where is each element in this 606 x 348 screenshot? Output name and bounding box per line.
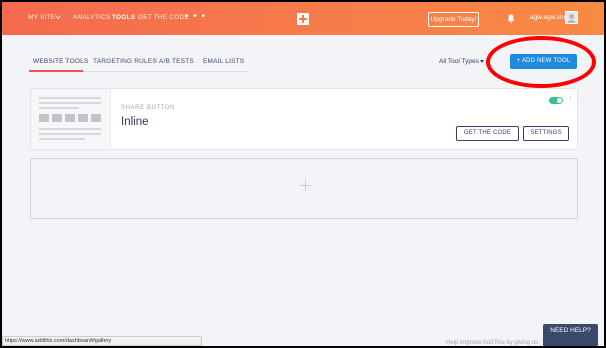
add-new-tool-button[interactable]: + ADD NEW TOOL [510,54,577,69]
more-icon[interactable]: • • • [185,11,206,22]
nav-tools[interactable]: TOOLS [112,14,135,21]
nav-analytics[interactable]: ANALYTICS [73,14,110,21]
tab-website-tools[interactable]: WEBSITE TOOLS [33,58,88,65]
username-label[interactable]: agw.agw.shu [530,14,567,21]
avatar-icon[interactable] [565,11,578,24]
bell-icon[interactable] [507,14,515,23]
addthis-logo-icon[interactable] [297,13,309,25]
caret-down-icon[interactable] [480,60,484,63]
settings-button[interactable]: SETTINGS [523,126,569,141]
help-improve-text: Help improve AddThis by giving us [446,340,539,346]
tool-enabled-toggle[interactable] [549,97,563,104]
kebab-menu-icon[interactable]: · · · [569,93,573,104]
tab-targeting-rules[interactable]: TARGETING RULES [93,58,157,65]
tool-type-label: SHARE BUTTON [121,105,176,111]
add-tool-placeholder[interactable] [30,158,578,219]
nav-get-the-code[interactable]: GET THE CODE [138,14,189,21]
get-the-code-button[interactable]: GET THE CODE [456,126,519,141]
tool-type-filter[interactable]: All Tool Types [439,58,479,65]
chevron-down-icon[interactable] [55,14,61,20]
tab-email-lists[interactable]: EMAIL LISTS [203,58,244,65]
my-site-dropdown[interactable]: MY SITE [28,14,55,21]
tool-card: SHARE BUTTON Inline · · · GET THE CODE SET… [30,88,578,150]
plus-icon[interactable] [299,179,311,191]
app-window: MY SITE ANALYTICS TOOLS GET THE CODE • •… [2,2,604,346]
tool-tabs: WEBSITE TOOLS TARGETING RULES A/B TESTS … [29,54,249,72]
upgrade-button[interactable]: Upgrade Today! [428,12,479,27]
tool-title: Inline [121,116,149,128]
tool-thumbnail [31,89,111,149]
active-tab-indicator [29,70,83,72]
top-navbar: MY SITE ANALYTICS TOOLS GET THE CODE • •… [2,2,604,35]
tab-ab-tests[interactable]: A/B TESTS [159,58,194,65]
need-help-button[interactable]: NEED HELP? [543,324,598,346]
browser-status-url: https://www.addthis.com/dashboard#galler… [2,336,202,346]
